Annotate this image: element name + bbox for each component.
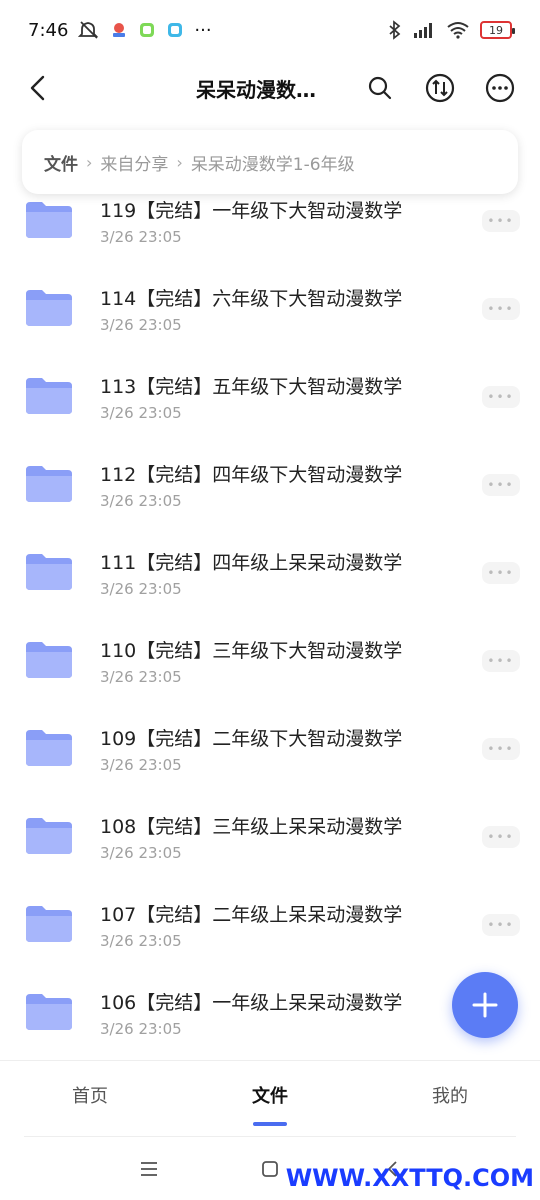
- square-icon: [262, 1161, 278, 1177]
- sort-button[interactable]: [422, 70, 458, 106]
- file-date: 3/26 23:05: [100, 756, 182, 774]
- mute-icon: [78, 21, 99, 39]
- list-item[interactable]: 108【完结】三年级上呆呆动漫数学 3/26 23:05 •••: [0, 810, 540, 898]
- signal-icon: [414, 23, 432, 38]
- system-navigation-bar: WWW.XXTTQ.COM: [0, 1140, 540, 1200]
- file-list: 119【完结】一年级下大智动漫数学 3/26 23:05 ••• 114【完结】…: [0, 194, 540, 1074]
- folder-icon: [26, 290, 72, 326]
- list-item[interactable]: 109【完结】二年级下大智动漫数学 3/26 23:05 •••: [0, 722, 540, 810]
- item-more-button[interactable]: •••: [482, 474, 520, 496]
- breadcrumb-item-current: 呆呆动漫数学1-6年级: [190, 154, 355, 175]
- item-more-button[interactable]: •••: [482, 914, 520, 936]
- folder-icon: [26, 906, 72, 942]
- status-left: 7:46 ···: [28, 20, 212, 41]
- tab-home[interactable]: 首页: [40, 1082, 140, 1108]
- search-icon: [368, 76, 392, 100]
- more-icon: [485, 73, 515, 103]
- folder-icon: [26, 466, 72, 502]
- file-name: 107【完结】二年级上呆呆动漫数学: [100, 904, 403, 926]
- list-item[interactable]: 112【完结】四年级下大智动漫数学 3/26 23:05 •••: [0, 458, 540, 546]
- status-more-dots: ···: [194, 19, 212, 41]
- chevron-right-icon: ›: [176, 152, 183, 172]
- file-date: 3/26 23:05: [100, 492, 182, 510]
- status-bar: 7:46 ··· 19: [0, 0, 540, 60]
- item-more-button[interactable]: •••: [482, 650, 520, 672]
- folder-icon: [26, 730, 72, 766]
- list-item[interactable]: 107【完结】二年级上呆呆动漫数学 3/26 23:05 •••: [0, 898, 540, 986]
- add-button[interactable]: [452, 972, 518, 1038]
- file-date: 3/26 23:05: [100, 932, 182, 950]
- nav-divider: [24, 1136, 516, 1137]
- active-tab-indicator: [253, 1122, 287, 1126]
- file-name: 110【完结】三年级下大智动漫数学: [100, 640, 403, 662]
- list-item[interactable]: 110【完结】三年级下大智动漫数学 3/26 23:05 •••: [0, 634, 540, 722]
- battery-indicator: 19: [480, 21, 515, 39]
- list-item[interactable]: 119【完结】一年级下大智动漫数学 3/26 23:05 •••: [0, 194, 540, 282]
- item-more-button[interactable]: •••: [482, 298, 520, 320]
- folder-icon: [26, 378, 72, 414]
- file-name: 108【完结】三年级上呆呆动漫数学: [100, 816, 403, 838]
- home-nav-button[interactable]: [255, 1154, 285, 1184]
- file-date: 3/26 23:05: [100, 316, 182, 334]
- file-name: 119【完结】一年级下大智动漫数学: [100, 200, 403, 222]
- breadcrumb-item-shared[interactable]: 来自分享: [100, 150, 168, 175]
- wifi-icon: [447, 22, 469, 39]
- chevron-right-icon: ›: [86, 152, 93, 172]
- status-right: 19: [388, 20, 515, 40]
- back-arrow-icon: [30, 75, 45, 101]
- watermark: WWW.XXTTQ.COM: [285, 1164, 534, 1192]
- back-button[interactable]: [20, 70, 56, 106]
- app-notification-icon: [113, 23, 126, 37]
- chat-app-icon: [140, 23, 155, 37]
- file-name: 111【完结】四年级上呆呆动漫数学: [100, 552, 403, 574]
- folder-icon: [26, 818, 72, 854]
- tab-mine[interactable]: 我的: [400, 1082, 500, 1108]
- folder-icon: [26, 994, 72, 1030]
- file-date: 3/26 23:05: [100, 668, 182, 686]
- file-name: 114【完结】六年级下大智动漫数学: [100, 288, 403, 310]
- list-item[interactable]: 113【完结】五年级下大智动漫数学 3/26 23:05 •••: [0, 370, 540, 458]
- item-more-button[interactable]: •••: [482, 210, 520, 232]
- item-more-button[interactable]: •••: [482, 826, 520, 848]
- item-more-button[interactable]: •••: [482, 562, 520, 584]
- file-name: 106【完结】一年级上呆呆动漫数学: [100, 992, 403, 1014]
- file-date: 3/26 23:05: [100, 1020, 182, 1038]
- file-date: 3/26 23:05: [100, 404, 182, 422]
- item-more-button[interactable]: •••: [482, 386, 520, 408]
- menu-icon: [141, 1162, 157, 1176]
- message-app-icon: [168, 23, 183, 37]
- item-more-button[interactable]: •••: [482, 738, 520, 760]
- bluetooth-icon: [389, 20, 401, 40]
- status-time: 7:46: [28, 19, 69, 41]
- list-item[interactable]: 114【完结】六年级下大智动漫数学 3/26 23:05 •••: [0, 282, 540, 370]
- more-options-button[interactable]: [482, 70, 518, 106]
- file-name: 113【完结】五年级下大智动漫数学: [100, 376, 403, 398]
- file-date: 3/26 23:05: [100, 228, 182, 246]
- search-button[interactable]: [362, 70, 398, 106]
- sort-icon: [425, 73, 455, 103]
- page-title: 呆呆动漫数…: [196, 78, 316, 102]
- header: 呆呆动漫数…: [0, 58, 540, 118]
- folder-icon: [26, 554, 72, 590]
- folder-icon: [26, 202, 72, 238]
- menu-nav-button[interactable]: [134, 1154, 164, 1184]
- file-date: 3/26 23:05: [100, 844, 182, 862]
- file-date: 3/26 23:05: [100, 580, 182, 598]
- tab-files[interactable]: 文件: [220, 1082, 320, 1108]
- breadcrumb: 文件 › 来自分享 › 呆呆动漫数学1-6年级: [22, 130, 518, 194]
- tab-bar-divider: [0, 1060, 540, 1061]
- breadcrumb-root[interactable]: 文件: [44, 150, 78, 175]
- list-item[interactable]: 111【完结】四年级上呆呆动漫数学 3/26 23:05 •••: [0, 546, 540, 634]
- plus-icon: [472, 992, 498, 1018]
- file-name: 109【完结】二年级下大智动漫数学: [100, 728, 403, 750]
- folder-icon: [26, 642, 72, 678]
- file-name: 112【完结】四年级下大智动漫数学: [100, 464, 403, 486]
